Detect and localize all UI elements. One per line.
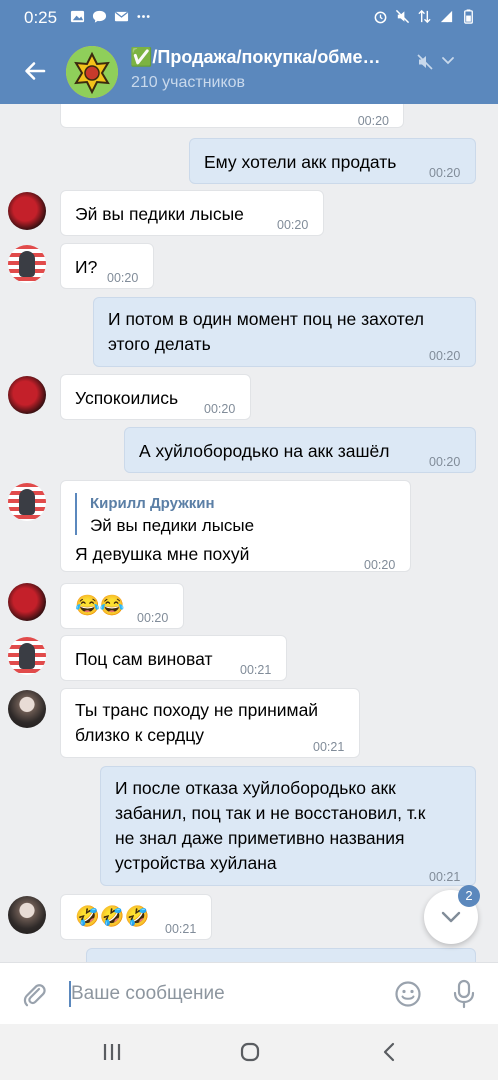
message-time: 00:20 <box>137 611 169 625</box>
battery-icon <box>464 9 473 24</box>
message-bubble[interactable]: И? 00:20 <box>60 243 154 289</box>
avatar[interactable] <box>8 245 46 283</box>
message-emoji: 🤣🤣🤣 <box>75 906 150 928</box>
avatar[interactable] <box>8 483 46 521</box>
recent-apps-icon[interactable] <box>102 1043 122 1061</box>
message-bubble[interactable]: И после отказа хуйлобородько акк забанил… <box>100 766 476 886</box>
message-text: Ему хотели акк продать <box>204 152 397 172</box>
message-text: Эй вы педики лысые <box>75 204 244 224</box>
nav-back-icon[interactable] <box>382 1042 396 1062</box>
message-time: 00:20 <box>204 402 236 416</box>
message-bubble[interactable]: 😂😂 00:20 <box>60 583 184 629</box>
message-text-line: не знал даже приметивно названия <box>115 828 405 848</box>
message-time: 00:21 <box>313 740 345 754</box>
message-time: 00:20 <box>357 114 389 128</box>
message-time: 00:20 <box>107 271 139 285</box>
message-text-line: устройства хуйлана <box>115 853 277 873</box>
reply-quote-bar <box>75 493 77 535</box>
message-text: Поц сам виноват <box>75 649 213 669</box>
chat-members-count[interactable]: 210 участников <box>131 74 245 92</box>
chat-notification-icon <box>92 10 107 23</box>
status-bar: 0:25 <box>0 0 498 36</box>
avatar[interactable] <box>8 690 46 728</box>
paperclip-icon[interactable] <box>20 980 48 1008</box>
alarm-icon <box>374 11 387 24</box>
message-bubble[interactable]: Поц сам виноват 00:21 <box>60 635 287 681</box>
data-transfer-icon <box>418 9 431 24</box>
reply-text: Эй вы педики лысые <box>90 516 255 535</box>
back-arrow-icon[interactable] <box>20 56 50 86</box>
chevron-down-icon <box>441 911 461 923</box>
message-text-line: близко к сердцу <box>75 725 205 745</box>
message-bubble[interactable]: Ты транс походу не принимай близко к сер… <box>60 688 360 758</box>
system-navigation-bar <box>0 1024 498 1080</box>
message-time: 00:20 <box>364 558 396 572</box>
message-time: 00:21 <box>165 922 197 936</box>
message-time: 00:21 <box>429 870 461 884</box>
message-bubble[interactable] <box>86 948 476 962</box>
unread-count-badge: 2 <box>458 885 480 907</box>
home-icon[interactable] <box>240 1042 260 1062</box>
smile-icon[interactable] <box>394 980 422 1008</box>
message-time: 00:20 <box>429 349 461 363</box>
message-time: 00:21 <box>240 663 272 677</box>
chevron-down-icon[interactable] <box>440 54 456 68</box>
message-time: 00:20 <box>277 218 309 232</box>
message-composer <box>0 962 498 1024</box>
message-bubble[interactable]: 🤣🤣🤣 00:21 <box>60 894 212 940</box>
brawl-star-logo-icon <box>66 46 118 98</box>
avatar[interactable] <box>8 192 46 230</box>
status-time: 0:25 <box>24 8 58 27</box>
message-input[interactable] <box>71 979 371 1009</box>
message-text: И? <box>75 257 98 277</box>
message-text-line: забанил, поц так и не восстановил, т.к <box>115 803 426 823</box>
avatar[interactable] <box>8 583 46 621</box>
message-bubble[interactable]: И потом в один момент поц не захотел это… <box>93 297 476 367</box>
chat-title[interactable]: ✅/Продажа/покупка/обме… <box>130 47 420 68</box>
avatar[interactable] <box>8 896 46 934</box>
message-emoji: 😂😂 <box>75 595 125 617</box>
group-avatar[interactable] <box>66 46 118 98</box>
message-text: Я девушка мне похуй <box>75 544 250 564</box>
app-header: 0:25 ✅/Продажа/покупка/обме… 210 участни… <box>0 0 498 104</box>
signal-icon <box>440 10 453 23</box>
message-text-line: Ты транс походу не принимай <box>75 700 319 720</box>
message-time: 00:20 <box>429 166 461 180</box>
image-notification-icon <box>70 10 85 23</box>
message-bubble[interactable]: Успокоились 00:20 <box>60 374 251 420</box>
more-notifications-icon <box>137 15 150 18</box>
message-time: 00:20 <box>429 455 461 469</box>
message-text-line: И после отказа хуйлобородько акк <box>115 778 396 798</box>
message-bubble[interactable]: Кирилл Дружкин Эй вы педики лысые Я деву… <box>60 480 411 572</box>
message-bubble[interactable]: 00:20 <box>60 104 404 128</box>
message-bubble[interactable]: Эй вы педики лысые 00:20 <box>60 190 324 236</box>
message-list[interactable]: 00:20 Ему хотели акк продать 00:20 Эй вы… <box>0 104 498 962</box>
message-text: Успокоились <box>75 388 179 408</box>
silent-mode-icon <box>395 9 410 24</box>
system-icons <box>373 9 476 24</box>
message-bubble[interactable]: Ему хотели акк продать 00:20 <box>189 138 476 184</box>
mute-icon <box>417 54 433 70</box>
message-text-line: этого делать <box>108 334 211 354</box>
notification-icons <box>70 9 151 24</box>
avatar[interactable] <box>8 376 46 414</box>
message-bubble[interactable]: А хуйлобородько на акк зашёл 00:20 <box>124 427 476 473</box>
message-text-line: И потом в один момент поц не захотел <box>108 309 424 329</box>
microphone-icon[interactable] <box>451 979 477 1009</box>
avatar[interactable] <box>8 637 46 675</box>
message-text: А хуйлобородько на акк зашёл <box>139 441 390 461</box>
mail-notification-icon <box>114 11 129 22</box>
